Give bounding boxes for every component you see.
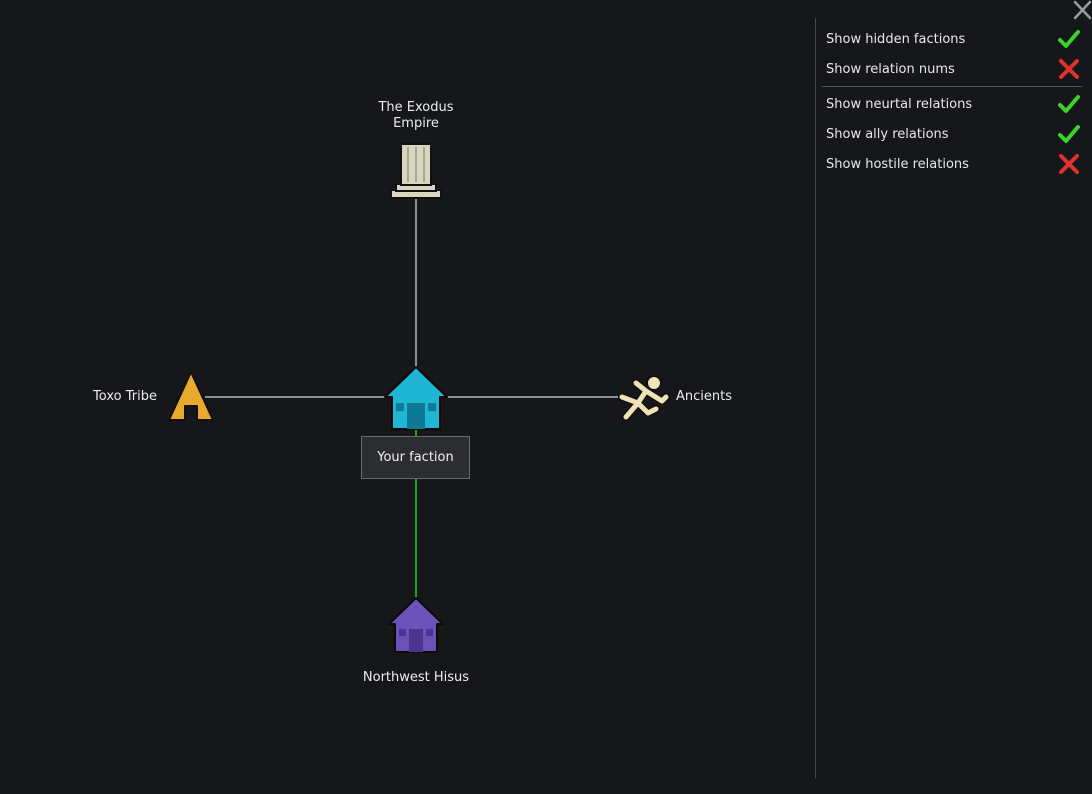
option-label: Show neurtal relations bbox=[826, 96, 973, 112]
falling-person-icon bbox=[618, 375, 670, 421]
close-icon bbox=[1073, 0, 1092, 20]
faction-northwest[interactable] bbox=[387, 596, 445, 654]
house-icon bbox=[384, 366, 448, 430]
pillar-icon bbox=[390, 143, 442, 199]
faction-label-toxo: Toxo Tribe bbox=[93, 389, 157, 404]
option-show-neutral-relations[interactable]: Show neurtal relations bbox=[826, 89, 1082, 119]
faction-ancients[interactable] bbox=[616, 373, 672, 423]
option-show-hidden-factions[interactable]: Show hidden factions bbox=[826, 24, 1082, 54]
checkmark-icon bbox=[1058, 125, 1080, 143]
house-icon bbox=[388, 597, 444, 653]
close-button[interactable] bbox=[1072, 0, 1092, 20]
option-show-ally-relations[interactable]: Show ally relations bbox=[826, 119, 1082, 149]
faction-relations-window: The Exodus Empire Toxo Tribe Ancients Yo… bbox=[0, 0, 1092, 794]
faction-name-line1: The Exodus bbox=[378, 100, 454, 115]
faction-player[interactable] bbox=[383, 365, 449, 431]
faction-exodus[interactable] bbox=[388, 142, 444, 200]
option-show-relation-nums[interactable]: Show relation nums bbox=[826, 54, 1082, 84]
cross-icon bbox=[1059, 154, 1079, 174]
option-label: Show relation nums bbox=[826, 61, 955, 77]
option-label: Show hidden factions bbox=[826, 31, 966, 47]
faction-toxo[interactable] bbox=[167, 370, 215, 422]
panel-divider bbox=[815, 18, 816, 778]
options-panel: Show hidden factions Show relation nums … bbox=[822, 24, 1082, 179]
checkmark-icon bbox=[1058, 30, 1080, 48]
option-show-hostile-relations[interactable]: Show hostile relations bbox=[826, 149, 1082, 179]
faction-name-line2: Empire bbox=[393, 116, 439, 131]
faction-tooltip: Your faction bbox=[361, 436, 470, 479]
faction-label-exodus: The Exodus Empire bbox=[356, 100, 476, 132]
faction-label-ancients: Ancients bbox=[676, 389, 732, 404]
option-label: Show ally relations bbox=[826, 126, 949, 142]
tent-icon bbox=[168, 371, 214, 421]
cross-icon bbox=[1059, 59, 1079, 79]
checkmark-icon bbox=[1058, 95, 1080, 113]
option-label: Show hostile relations bbox=[826, 156, 969, 172]
faction-label-northwest: Northwest Hisus bbox=[362, 670, 470, 685]
options-separator bbox=[822, 86, 1082, 87]
